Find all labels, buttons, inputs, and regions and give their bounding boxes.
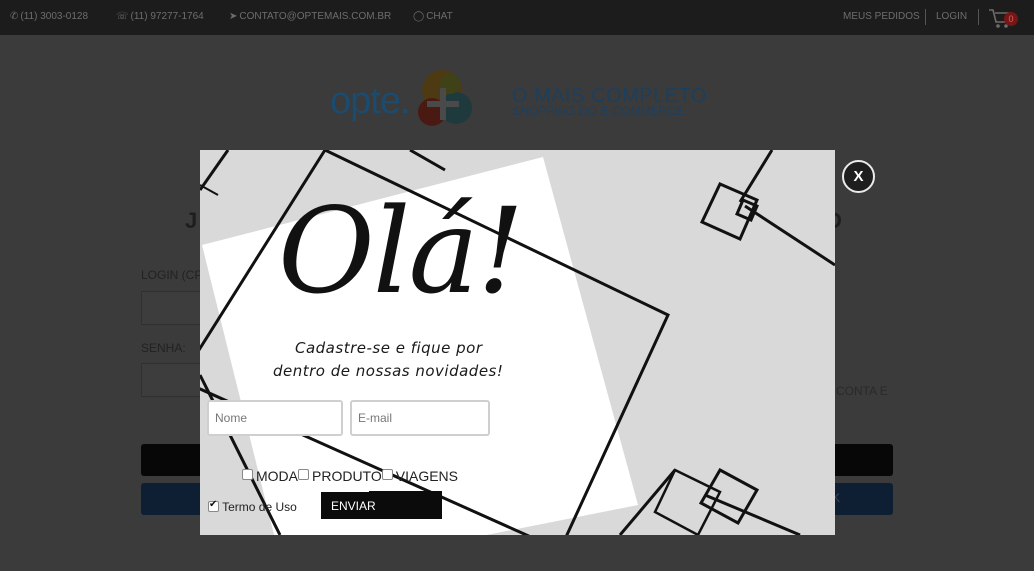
produto-checkbox[interactable] [298,469,309,480]
submit-button[interactable]: ENVIAR [321,492,442,519]
logo-wordmark: opte. [330,80,411,122]
cart-count-badge: 0 [1004,12,1018,26]
whatsapp-icon: ☏ [116,11,129,22]
my-orders-link[interactable]: MEUS PEDIDOS [843,11,920,22]
viagens-checkbox[interactable] [381,469,393,480]
create-account-text: CONTA E [836,384,888,398]
chat-icon: ◯ [413,11,425,22]
chat-text: CHAT [426,11,453,22]
top-bar: ✆ (11) 3003-0128 ☏ (11) 97277-1764 ➤ CONTAT… [0,0,1034,35]
category-viagens[interactable]: VIAGENS [381,468,458,484]
name-input[interactable] [207,400,343,436]
divider [925,9,926,25]
modal-subtitle-line2: dentro de nossas novidades! [273,362,504,380]
email-input[interactable] [350,400,490,436]
newsletter-modal: Olá! Cadastre-se e fique por dentro de n… [200,150,835,535]
page-heading-left: J [185,208,198,233]
category-options: MODA PRODUTO VIAGENS [242,468,458,484]
phone-icon: ✆ [10,11,19,22]
produto-label: PRODUTO [312,468,382,484]
phone-link[interactable]: ✆ (11) 3003-0128 [10,11,88,22]
whatsapp-link[interactable]: ☏ (11) 97277-1764 [116,11,204,22]
phone2-text: (11) 97277-1764 [130,11,204,22]
moda-checkbox[interactable] [242,469,253,480]
login-input[interactable] [141,291,202,325]
category-moda[interactable]: MODA [242,468,298,484]
modal-title: Olá! [278,182,524,320]
modal-subtitle-line1: Cadastre-se e fique por [295,339,483,357]
password-label: SENHA: [141,341,186,355]
chat-link[interactable]: ◯ CHAT [413,11,453,22]
moda-label: MODA [256,468,298,484]
close-icon: X [853,168,864,185]
terms-option[interactable]: Termo de Uso [208,499,297,514]
category-produto[interactable]: PRODUTO [298,468,382,484]
login-label: LOGIN (CP [141,268,203,282]
terms-checkbox[interactable] [208,499,219,512]
viagens-label: VIAGENS [395,468,458,484]
phone1-text: (11) 3003-0128 [20,11,89,22]
tagline-sub: SHOPPING DO E-COMMERCE. [512,104,687,118]
terms-label: Termo de Uso [222,500,297,514]
login-link[interactable]: LOGIN [936,11,967,22]
email-link[interactable]: ➤ CONTATO@OPTEMAIS.COM.BR [229,11,391,22]
send-icon: ➤ [229,11,238,22]
email-text: CONTATO@OPTEMAIS.COM.BR [239,11,392,22]
close-modal-button[interactable]: X [842,160,875,193]
divider [978,9,979,25]
password-input[interactable] [141,363,202,397]
